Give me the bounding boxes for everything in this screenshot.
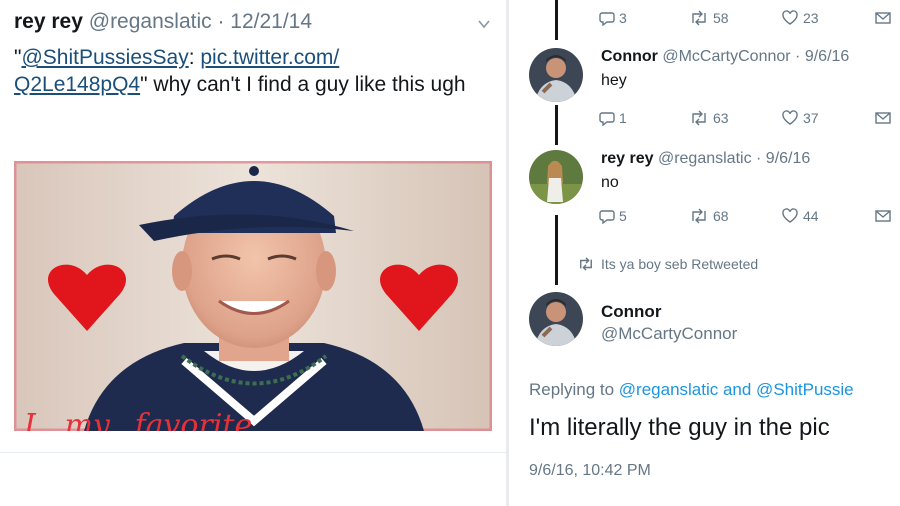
reply-action[interactable]: 3 bbox=[599, 10, 627, 26]
avatar-reyrey-image bbox=[529, 150, 583, 204]
thread-line-bottom bbox=[555, 215, 558, 285]
retweet-icon bbox=[580, 257, 592, 271]
main-tweet-timestamp[interactable]: 9/6/16, 10:42 PM bbox=[529, 462, 651, 480]
reply1-header: Connor @McCartyConnor · 9/6/16 bbox=[601, 48, 849, 66]
left-tweet-panel: rey rey @reganslatic · 12/21/14 " @ShitPu… bbox=[0, 0, 506, 506]
separator: · bbox=[211, 10, 231, 33]
quote-close: " bbox=[140, 73, 148, 96]
author-handle[interactable]: @reganslatic bbox=[89, 10, 212, 33]
divider-line bbox=[0, 452, 506, 453]
reply-action[interactable]: 5 bbox=[599, 208, 627, 224]
avatar[interactable] bbox=[529, 48, 583, 102]
reply-icon bbox=[599, 210, 615, 224]
reply1-date[interactable]: 9/6/16 bbox=[805, 48, 849, 65]
reply2-author-name[interactable]: rey rey bbox=[601, 150, 654, 167]
main-author-name[interactable]: Connor bbox=[601, 302, 661, 322]
replying-to-links[interactable]: @reganslatic and @ShitPussie bbox=[619, 380, 854, 399]
colon: : bbox=[188, 46, 201, 69]
tweet-text-rest: why can't I find a guy like this ugh bbox=[147, 73, 466, 96]
reply2-date[interactable]: 9/6/16 bbox=[766, 150, 810, 167]
dm-action[interactable] bbox=[875, 208, 895, 224]
retweeted-by-text: Its ya boy seb Retweeted bbox=[601, 256, 759, 272]
tweet-header: rey rey @reganslatic · 12/21/14 bbox=[14, 10, 312, 34]
avatar-connor-image bbox=[529, 48, 583, 102]
envelope-icon bbox=[875, 112, 891, 124]
retweet-action[interactable]: 58 bbox=[689, 10, 729, 26]
reply1-author-handle[interactable]: @McCartyConnor bbox=[662, 48, 790, 65]
retweeted-by-line[interactable]: Its ya boy seb Retweeted bbox=[577, 256, 758, 272]
main-tweet-text: I'm literally the guy in the pic bbox=[529, 414, 830, 441]
reply-count: 1 bbox=[619, 110, 627, 126]
reply-count: 5 bbox=[619, 208, 627, 224]
avatar[interactable] bbox=[529, 150, 583, 204]
pic-link-part2[interactable]: Q2Le148pQ4 bbox=[14, 73, 140, 96]
retweet-count: 63 bbox=[713, 110, 729, 126]
retweet-icon bbox=[692, 208, 706, 224]
retweet-icon bbox=[692, 10, 706, 26]
media-caption-text: I...my...favorite bbox=[23, 408, 252, 431]
media-photo: I...my...favorite bbox=[14, 161, 492, 431]
heart-icon bbox=[782, 10, 798, 25]
reply-count: 3 bbox=[619, 10, 627, 26]
heart-icon bbox=[782, 110, 798, 125]
retweet-action[interactable]: 68 bbox=[689, 208, 729, 224]
main-author-handle[interactable]: @McCartyConnor bbox=[601, 324, 737, 344]
reply2-header: rey rey @reganslatic · 9/6/16 bbox=[601, 150, 810, 168]
tweet-text: " @ShitPussiesSay: pic.twitter.com/Q2Le14… bbox=[14, 44, 494, 98]
tweet-date[interactable]: 12/21/14 bbox=[230, 10, 312, 33]
envelope-icon bbox=[875, 12, 891, 24]
heart-icon bbox=[782, 208, 798, 223]
right-thread-panel: 3 58 23 Connor @McCartyConnor · 9/6/16 h… bbox=[509, 0, 900, 506]
reply-icon bbox=[599, 12, 615, 26]
replying-prefix: Replying to bbox=[529, 380, 619, 399]
avatar-connor-image bbox=[529, 292, 583, 346]
like-count: 44 bbox=[803, 208, 819, 224]
like-count: 37 bbox=[803, 110, 819, 126]
author-name[interactable]: rey rey bbox=[14, 10, 83, 33]
like-action[interactable]: 23 bbox=[781, 10, 819, 26]
thread-line-top bbox=[555, 0, 558, 40]
replying-to-line: Replying to @reganslatic and @ShitPussie bbox=[529, 380, 854, 400]
reply1-author-name[interactable]: Connor bbox=[601, 48, 658, 65]
like-count: 23 bbox=[803, 10, 819, 26]
retweet-action[interactable]: 63 bbox=[689, 110, 729, 126]
like-action[interactable]: 37 bbox=[781, 110, 819, 126]
avatar[interactable] bbox=[529, 292, 583, 346]
dm-action[interactable] bbox=[875, 10, 895, 26]
mention-link[interactable]: @ShitPussiesSay bbox=[21, 46, 188, 69]
reply-icon bbox=[599, 112, 615, 126]
separator: · bbox=[790, 48, 805, 65]
envelope-icon bbox=[875, 210, 891, 222]
chevron-down-icon[interactable] bbox=[478, 18, 490, 30]
reply1-text: hey bbox=[601, 72, 627, 89]
retweet-count: 68 bbox=[713, 208, 729, 224]
separator: · bbox=[751, 150, 766, 167]
tweet-media-image[interactable]: I...my...favorite bbox=[14, 161, 492, 431]
like-action[interactable]: 44 bbox=[781, 208, 819, 224]
retweet-icon bbox=[692, 110, 706, 126]
retweet-count: 58 bbox=[713, 10, 729, 26]
reply2-text: no bbox=[601, 174, 619, 191]
reply2-author-handle[interactable]: @reganslatic bbox=[658, 150, 752, 167]
thread-line-mid bbox=[555, 105, 558, 145]
dm-action[interactable] bbox=[875, 110, 895, 126]
reply-action[interactable]: 1 bbox=[599, 110, 627, 126]
pic-link-part1[interactable]: pic.twitter.com/ bbox=[200, 46, 339, 69]
